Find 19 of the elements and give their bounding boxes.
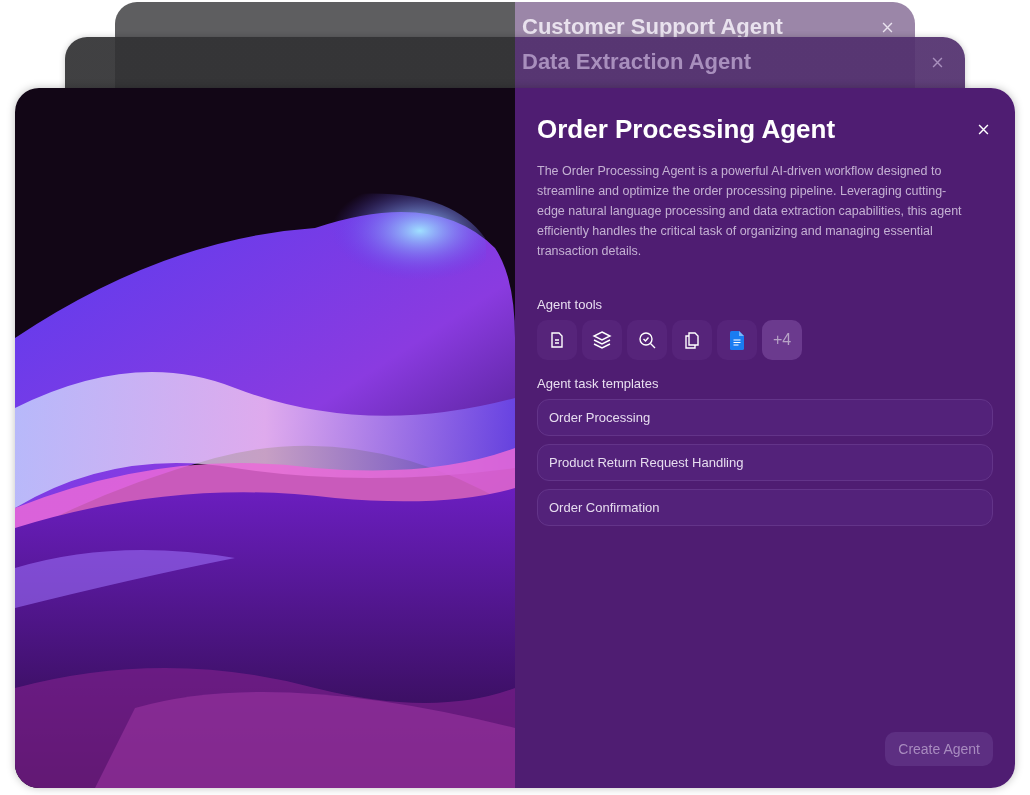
- card-title: Customer Support Agent: [522, 14, 783, 40]
- copy-icon: [683, 330, 701, 350]
- template-item[interactable]: Order Processing: [537, 399, 993, 436]
- card-title: Data Extraction Agent: [522, 49, 751, 75]
- layers-icon: [592, 330, 612, 350]
- tool-button[interactable]: [537, 320, 577, 360]
- tool-button[interactable]: [672, 320, 712, 360]
- card-description: The Order Processing Agent is a powerful AI-driven workflow designed to streamline and optimize the order processing pipeline. Leveraging cutting-edge natural language processing and data extraction capabilities, this agent efficiently handles the critical task of organizing and managing essential transaction details.: [537, 163, 962, 260]
- document-icon: [730, 330, 744, 350]
- section-label: Agent task templates: [537, 376, 660, 391]
- template-item[interactable]: Order Confirmation: [537, 489, 993, 526]
- section-label: Agent tools: [537, 297, 604, 312]
- tool-button[interactable]: [627, 320, 667, 360]
- document-icon: [548, 331, 566, 349]
- tool-button[interactable]: [717, 320, 757, 360]
- template-item[interactable]: Product Return Request Handling: [537, 444, 993, 481]
- search-check-icon: [637, 330, 657, 350]
- tool-button[interactable]: [582, 320, 622, 360]
- card-title: Order Processing Agent: [537, 114, 836, 145]
